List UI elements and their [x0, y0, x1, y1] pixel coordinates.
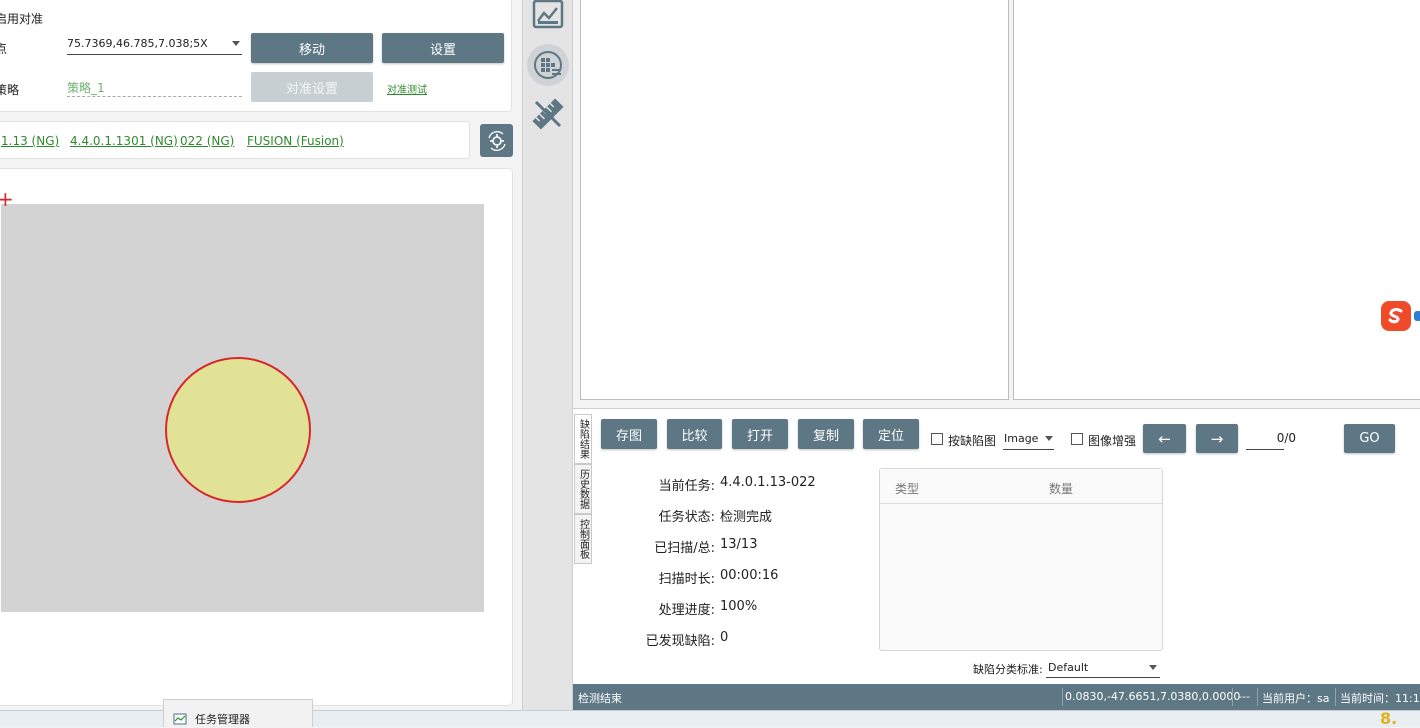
recipe-link[interactable]: FUSION (Fusion) — [247, 134, 344, 148]
enable-align-label: 启用对准 — [0, 12, 44, 26]
image-mode-select[interactable]: Image — [1003, 428, 1054, 450]
task-info-key: 任务状态: — [658, 510, 715, 525]
save-image-button[interactable]: 存图 — [601, 419, 657, 449]
task-manager-icon — [173, 713, 187, 725]
point-select-value: 75.7369,46.785,7.038;5X — [67, 37, 208, 50]
table-header: 类型 数量 — [880, 469, 1162, 504]
point-label: 点 — [0, 42, 8, 56]
strategy-input[interactable]: 策略_1 — [67, 77, 242, 97]
page-counter-value: 0/0 — [1276, 431, 1296, 445]
column-header-type[interactable]: 类型 — [895, 480, 919, 497]
status-divider — [1335, 688, 1336, 706]
align-settings-button[interactable]: 对准设置 — [251, 72, 373, 102]
align-test-link[interactable]: 对准测试 — [387, 81, 427, 96]
settings-button[interactable]: 设置 — [382, 33, 504, 63]
task-info-value: 检测完成 — [720, 510, 773, 525]
prev-button[interactable]: ← — [1143, 424, 1186, 453]
task-info-value: 0 — [720, 630, 729, 645]
wafer-map-panel: + — [0, 168, 513, 706]
task-info-value: 13/13 — [720, 537, 758, 552]
task-manager-label: 任务管理器 — [195, 713, 250, 726]
status-divider — [1232, 688, 1233, 706]
task-info-key: 已扫描/总: — [654, 541, 715, 556]
tab-control-panel[interactable]: 控制面板 — [574, 514, 592, 564]
status-dashes: --- — [1238, 690, 1250, 703]
image-mode-value: Image — [1004, 432, 1039, 445]
status-user: 当前用户：sa — [1262, 692, 1330, 705]
recipe-bar: 1.13 (NG) 4.4.0.1.1301 (NG) 022 (NG) FUS… — [0, 121, 470, 159]
image-view-right[interactable] — [1013, 0, 1420, 400]
task-info-value: 4.4.0.1.13-022 — [720, 475, 816, 490]
task-info-value: 100% — [720, 599, 758, 614]
tab-defect-results[interactable]: 缺陷结果 — [574, 414, 592, 464]
locate-button[interactable]: 定位 — [863, 419, 919, 449]
enhance-label: 图像增强 — [1088, 434, 1137, 448]
copy-button[interactable]: 复制 — [798, 419, 854, 449]
wafer-map-canvas[interactable] — [1, 204, 484, 612]
recipe-link[interactable]: 4.4.0.1.1301 (NG) — [70, 134, 178, 148]
status-time: 当前时间：11:1 — [1340, 692, 1420, 705]
refresh-settings-button[interactable] — [480, 124, 513, 157]
next-button[interactable]: → — [1196, 424, 1238, 453]
tool-strip — [522, 0, 573, 710]
chevron-down-icon — [1045, 436, 1053, 441]
open-button[interactable]: 打开 — [732, 419, 788, 449]
by-defect-map-label: 按缺陷图 — [948, 434, 997, 448]
task-info-key: 处理进度: — [658, 603, 715, 618]
chart-icon[interactable] — [527, 0, 569, 36]
status-divider — [1062, 688, 1063, 706]
gear-refresh-icon — [487, 130, 506, 151]
move-button[interactable]: 移动 — [251, 33, 373, 63]
task-info-key: 已发现缺陷: — [645, 634, 715, 649]
crosshair-marker: + — [0, 187, 14, 211]
defect-table: 类型 数量 — [879, 468, 1163, 651]
tray-icon[interactable]: 8. — [1380, 711, 1404, 727]
ruler-icon[interactable] — [527, 93, 569, 135]
go-button[interactable]: GO — [1344, 424, 1395, 453]
recipe-link[interactable]: 022 (NG) — [180, 134, 234, 148]
tab-history-data[interactable]: 历史数据 — [574, 464, 592, 514]
strategy-value: 策略_1 — [67, 81, 105, 95]
status-divider — [1257, 688, 1258, 706]
task-info-value: 00:00:16 — [720, 568, 779, 583]
by-defect-map-checkbox[interactable] — [931, 433, 943, 445]
classification-select[interactable]: Default — [1046, 657, 1160, 678]
wafer-map-icon[interactable] — [527, 44, 569, 86]
page-counter-field[interactable]: 0/0 — [1246, 428, 1296, 450]
chevron-down-icon — [1149, 665, 1157, 670]
task-manager-item[interactable]: 任务管理器 — [163, 699, 313, 727]
classification-value: Default — [1048, 661, 1089, 674]
enhance-checkbox[interactable] — [1071, 433, 1083, 445]
strategy-label: 策略 — [0, 83, 20, 97]
wafer-circle[interactable] — [1, 204, 484, 612]
classification-label: 缺陷分类标准: — [973, 663, 1043, 676]
alignment-panel: 启用对准 点 75.7369,46.785,7.038;5X 移动 设置 策略 … — [0, 0, 512, 112]
chevron-down-icon — [232, 41, 240, 46]
task-info-key: 扫描时长: — [658, 572, 715, 587]
column-header-count[interactable]: 数量 — [1049, 480, 1073, 497]
point-select[interactable]: 75.7369,46.785,7.038;5X — [67, 35, 242, 55]
image-view-left[interactable] — [580, 0, 1009, 400]
compare-button[interactable]: 比较 — [667, 419, 722, 449]
status-message: 检测结束 — [578, 692, 622, 705]
ime-icon-tail — [1414, 311, 1420, 321]
recipe-link[interactable]: 1.13 (NG) — [1, 134, 59, 148]
status-bar: 检测结束 0.0830,-47.6651,7.0380,0.0000 --- 当… — [573, 684, 1420, 710]
status-coords: 0.0830,-47.6651,7.0380,0.0000 — [1065, 690, 1241, 703]
ime-icon[interactable] — [1381, 301, 1411, 331]
task-info-key: 当前任务: — [658, 479, 715, 494]
